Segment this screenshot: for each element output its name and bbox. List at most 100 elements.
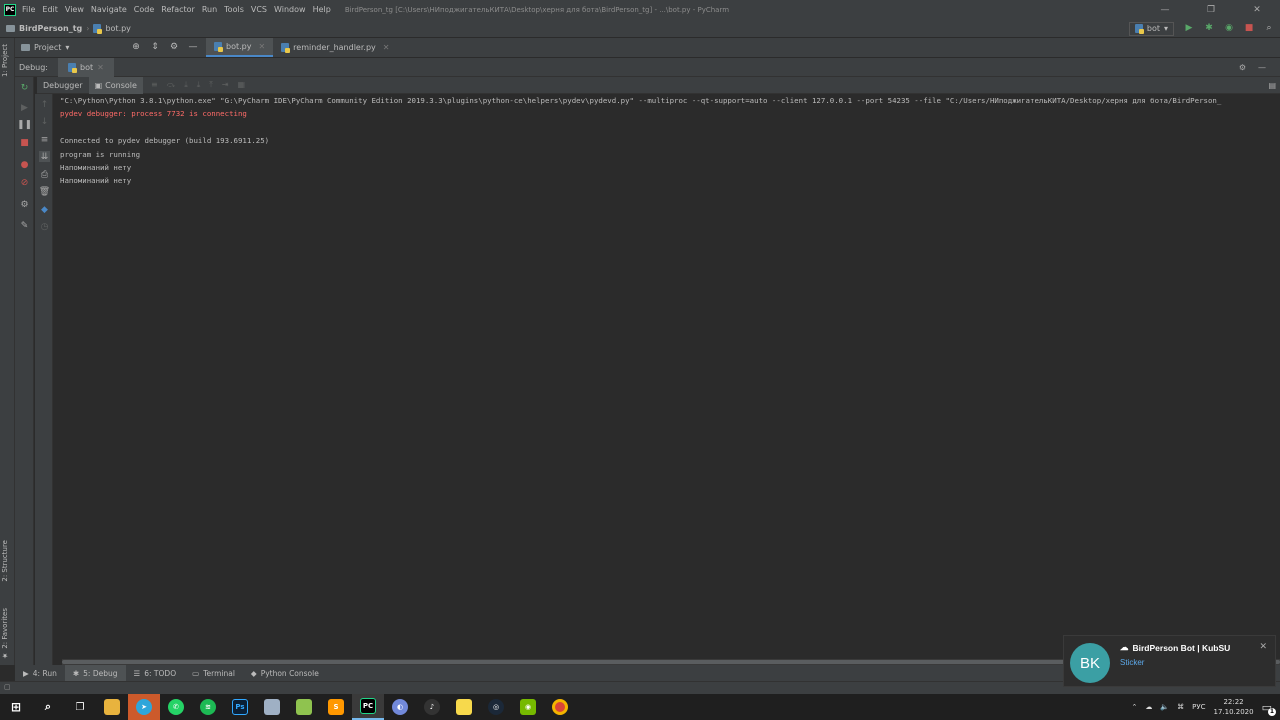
- stop-icon[interactable]: ■: [19, 137, 30, 148]
- search-icon[interactable]: ⌕: [1264, 24, 1274, 34]
- taskbar-pycharm[interactable]: PC: [352, 694, 384, 720]
- menu-edit[interactable]: Edit: [42, 5, 58, 14]
- coverage-icon[interactable]: ◉: [1224, 24, 1234, 34]
- task-view-button[interactable]: ❐: [64, 694, 96, 720]
- taskbar-steam[interactable]: ◎: [480, 694, 512, 720]
- debug-icon[interactable]: ✱: [1204, 24, 1214, 34]
- mute-breakpoints-icon[interactable]: ⊘: [19, 177, 30, 188]
- taskbar-whatsapp[interactable]: ✆: [160, 694, 192, 720]
- step-into-icon[interactable]: ⤓: [184, 80, 188, 90]
- run-config-select[interactable]: bot ▾: [1128, 21, 1174, 36]
- print-icon[interactable]: ⎙: [39, 169, 50, 180]
- search-button[interactable]: ⌕: [32, 694, 64, 720]
- console-output[interactable]: "C:\Python\Python 3.8.1\python.exe" "G:\…: [54, 94, 1280, 659]
- hide-icon[interactable]: —: [188, 43, 198, 53]
- menu-run[interactable]: Run: [202, 5, 217, 14]
- volume-icon[interactable]: 🔈: [1160, 703, 1169, 711]
- rerun-icon[interactable]: ↻: [19, 82, 30, 93]
- debug-session-tab[interactable]: bot ✕: [58, 57, 114, 77]
- taskbar-yandex-music[interactable]: ♪: [416, 694, 448, 720]
- locate-icon[interactable]: ⊕: [131, 43, 141, 53]
- close-icon[interactable]: ✕: [258, 42, 265, 51]
- gear-icon[interactable]: ⚙: [169, 43, 179, 53]
- tab-todo[interactable]: ☰ 6: TODO: [126, 665, 185, 681]
- pause-icon[interactable]: ❚❚: [17, 119, 32, 130]
- start-button[interactable]: ⊞: [0, 694, 32, 720]
- evaluate-icon[interactable]: ▦: [238, 80, 246, 90]
- minimize-button[interactable]: —: [1142, 0, 1188, 19]
- taskbar-photoshop[interactable]: Ps: [224, 694, 256, 720]
- menu-file[interactable]: File: [22, 5, 35, 14]
- tab-debug[interactable]: ✱ 5: Debug: [64, 665, 126, 681]
- tab-python-console[interactable]: ◆ Python Console: [243, 665, 327, 681]
- menu-code[interactable]: Code: [134, 5, 154, 14]
- maximize-button[interactable]: ❐: [1188, 0, 1234, 19]
- step-over-icon[interactable]: ⤼: [167, 80, 176, 90]
- tab-project[interactable]: 1: Project: [1, 44, 9, 77]
- python-icon: ◆: [250, 668, 257, 678]
- gear-icon[interactable]: ⚙: [1239, 63, 1246, 72]
- tab-structure[interactable]: 2: Structure: [1, 540, 9, 582]
- layout-toggle-icon[interactable]: ▢: [4, 683, 11, 691]
- trash-icon[interactable]: 🗑: [39, 186, 50, 197]
- menu-help[interactable]: Help: [313, 5, 331, 14]
- taskbar-explorer[interactable]: [96, 694, 128, 720]
- cloud-icon[interactable]: ☁: [1145, 703, 1152, 711]
- chevron-up-icon[interactable]: ⌃: [1132, 703, 1138, 711]
- notification-center-icon[interactable]: ▭ 1: [1262, 701, 1276, 716]
- arrow-down-icon[interactable]: ↓: [39, 116, 50, 127]
- menu-icon[interactable]: ≡: [151, 80, 158, 90]
- close-button[interactable]: ✕: [1234, 0, 1280, 19]
- python-icon[interactable]: ◆: [39, 204, 50, 215]
- taskbar-notepadpp[interactable]: [288, 694, 320, 720]
- close-icon[interactable]: ✕: [1259, 642, 1267, 652]
- menu-tools[interactable]: Tools: [224, 5, 244, 14]
- breadcrumb-project[interactable]: BirdPerson_tg: [19, 24, 82, 33]
- resume-icon[interactable]: ▶: [19, 102, 30, 113]
- menu-navigate[interactable]: Navigate: [91, 5, 127, 14]
- stop-icon[interactable]: ■: [1244, 24, 1254, 34]
- clock[interactable]: 22:22 17.10.2020: [1214, 697, 1254, 717]
- close-icon[interactable]: ✕: [383, 43, 390, 52]
- console-line: pydev debugger: process 7732 is connecti…: [60, 109, 247, 119]
- tab-reminder-handler-py[interactable]: reminder_handler.py ✕: [273, 38, 397, 57]
- step-out-icon[interactable]: ⤒: [209, 80, 213, 90]
- taskbar-sticky-notes[interactable]: [448, 694, 480, 720]
- run-to-cursor-icon[interactable]: ⇥: [222, 80, 229, 90]
- soft-wrap-icon[interactable]: ≡: [39, 134, 50, 145]
- tab-bot-py[interactable]: bot.py ✕: [206, 38, 274, 57]
- view-breakpoints-icon[interactable]: ●: [19, 159, 30, 170]
- collapse-icon[interactable]: ⇕: [150, 43, 160, 53]
- taskbar-spotify[interactable]: ≋: [192, 694, 224, 720]
- close-icon[interactable]: ✕: [97, 63, 104, 72]
- tab-terminal[interactable]: ▭ Terminal: [184, 665, 243, 681]
- menu-refactor[interactable]: Refactor: [161, 5, 195, 14]
- taskbar-notepad[interactable]: [256, 694, 288, 720]
- taskbar-discord[interactable]: ◐: [384, 694, 416, 720]
- tab-console[interactable]: ▣ Console: [88, 76, 143, 94]
- tab-favorites[interactable]: ★ 2: Favorites: [1, 608, 9, 660]
- run-icon[interactable]: ▶: [1184, 24, 1194, 34]
- step-into-my-code-icon[interactable]: ⤓: [197, 80, 201, 90]
- tab-debugger[interactable]: Debugger: [37, 77, 89, 94]
- layout-icon[interactable]: ▤: [1268, 81, 1276, 90]
- scroll-to-end-icon[interactable]: ⇊: [39, 151, 50, 162]
- history-icon[interactable]: ◷: [39, 221, 50, 232]
- menu-view[interactable]: View: [65, 5, 84, 14]
- breadcrumb-file[interactable]: bot.py: [105, 24, 130, 33]
- project-view-selector[interactable]: Project ▾: [15, 43, 131, 52]
- hide-icon[interactable]: —: [1258, 63, 1266, 72]
- arrow-up-icon[interactable]: ↑: [39, 99, 50, 110]
- pin-icon[interactable]: ✎: [19, 220, 30, 231]
- tab-run[interactable]: ▶ 4: Run: [15, 665, 65, 681]
- notification-toast[interactable]: BK ☁ BirdPerson Bot | KubSU Sticker ✕: [1063, 635, 1276, 687]
- taskbar-chrome[interactable]: [544, 694, 576, 720]
- taskbar-telegram[interactable]: ➤: [128, 694, 160, 720]
- menu-vcs[interactable]: VCS: [251, 5, 267, 14]
- menu-window[interactable]: Window: [274, 5, 306, 14]
- taskbar-sublime[interactable]: S: [320, 694, 352, 720]
- language-indicator[interactable]: РУС: [1192, 703, 1205, 711]
- settings-icon[interactable]: ⚙: [19, 199, 30, 210]
- taskbar-nvidia[interactable]: ◉: [512, 694, 544, 720]
- network-icon[interactable]: ⌘: [1177, 703, 1184, 711]
